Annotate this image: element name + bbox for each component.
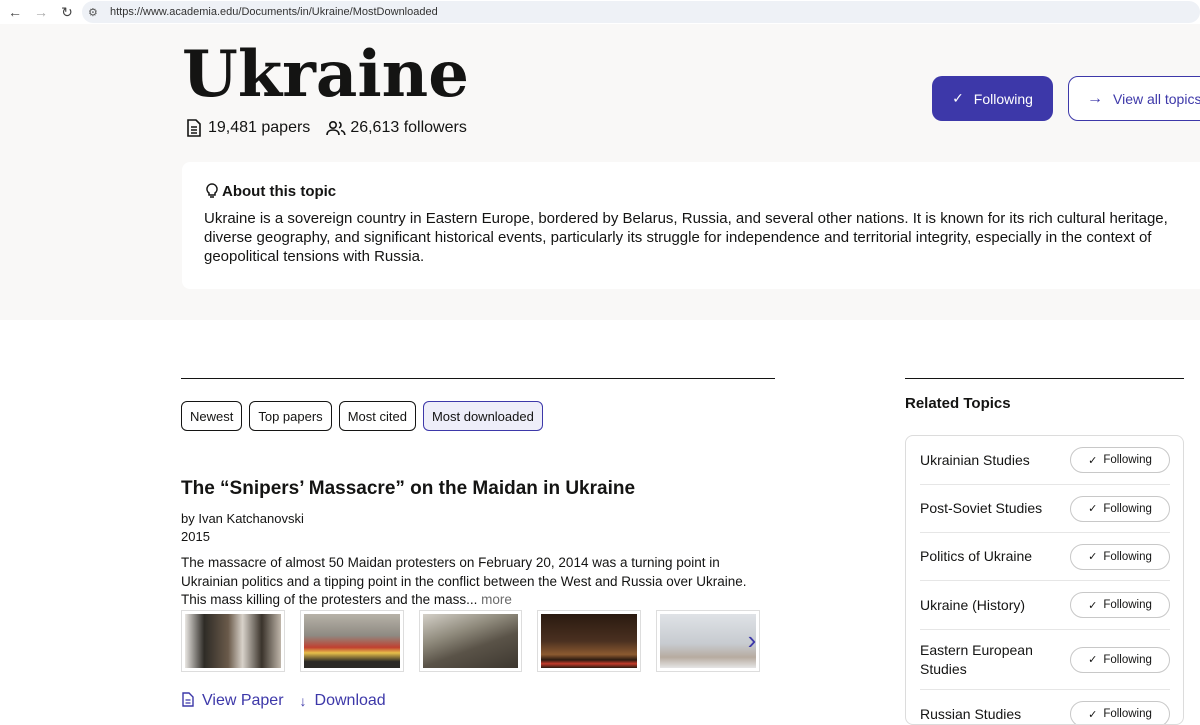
users-icon	[326, 118, 346, 138]
related-topic-name[interactable]: Post-Soviet Studies	[920, 499, 1042, 518]
related-following-button[interactable]: ✓ Following	[1070, 495, 1170, 522]
view-all-label: View all topics	[1113, 90, 1200, 107]
list-item: Eastern European Studies ✓ Following	[920, 630, 1170, 690]
paper-title[interactable]: The “Snipers’ Massacre” on the Maidan in…	[181, 478, 635, 500]
arrow-left-icon[interactable]: ←	[4, 1, 26, 23]
paper-thumbnails	[181, 610, 775, 673]
check-icon: ✓	[1088, 503, 1098, 515]
filter-most-downloaded[interactable]: Most downloaded	[422, 401, 543, 431]
check-icon: ✓	[1088, 551, 1098, 563]
reload-icon[interactable]: ↻	[56, 1, 78, 23]
paper-year: 2015	[181, 529, 210, 544]
view-all-topics-button[interactable]: → View all topics	[1068, 76, 1200, 121]
filter-top-papers[interactable]: Top papers	[249, 401, 332, 431]
topic-stats: 19,481 papers 26,613 followers	[184, 118, 483, 138]
about-topic-card: About this topic Ukraine is a sovereign …	[182, 162, 1200, 289]
followers-stat: 26,613 followers	[326, 118, 467, 138]
related-following-button[interactable]: ✓ Following	[1070, 447, 1170, 473]
paper-author[interactable]: by Ivan Katchanovski	[181, 511, 304, 526]
check-icon: ✓	[1088, 708, 1098, 721]
paper-thumbnail[interactable]	[299, 610, 404, 672]
arrow-right-icon[interactable]: →	[30, 1, 52, 23]
list-item: Ukraine (History) ✓ Following	[920, 581, 1170, 630]
site-info-icon[interactable]: ⚙	[88, 6, 108, 19]
about-text: Ukraine is a sovereign country in Easter…	[204, 210, 1168, 265]
more-link[interactable]: more	[477, 592, 512, 607]
related-topic-name[interactable]: Ukrainian Studies	[920, 451, 1030, 470]
paper-abstract: The massacre of almost 50 Maidan protest…	[181, 555, 747, 607]
download-link[interactable]: ↓ Download	[300, 692, 386, 710]
following-label: Following	[973, 90, 1033, 107]
following-button[interactable]: ✓ Following	[932, 76, 1053, 121]
paper-actions: View Paper ↓ Download	[182, 692, 402, 710]
related-topic-name[interactable]: Eastern European Studies	[920, 641, 1050, 679]
papers-stat: 19,481 papers	[184, 118, 310, 138]
url-text[interactable]: https://www.academia.edu/Documents/in/Uk…	[110, 6, 438, 18]
paper-thumbnail[interactable]	[537, 610, 642, 672]
followers-count: 26,613 followers	[350, 119, 467, 136]
address-bar[interactable]: ⚙ https://www.academia.edu/Documents/in/…	[82, 1, 1200, 23]
list-item: Politics of Ukraine ✓ Following	[920, 533, 1170, 581]
related-topics-list: Ukrainian Studies ✓ Following Post-Soviet…	[905, 435, 1184, 725]
about-heading: About this topic	[204, 182, 336, 200]
paper-thumbnail[interactable]	[181, 610, 285, 672]
related-following-button[interactable]: ✓ Following	[1070, 646, 1170, 673]
chevron-right-icon[interactable]: ›	[732, 618, 772, 662]
related-topic-name[interactable]: Russian Studies	[920, 705, 1021, 724]
related-following-button[interactable]: ✓ Following	[1070, 592, 1170, 618]
related-following-button[interactable]: ✓ Following	[1070, 701, 1170, 724]
related-topic-name[interactable]: Ukraine (History)	[920, 596, 1025, 615]
filter-most-cited[interactable]: Most cited	[338, 401, 416, 431]
sidebar-divider	[905, 378, 1184, 379]
browser-toolbar: ← → ↻ ⚙ https://www.academia.edu/Documen…	[0, 0, 1200, 24]
related-topic-name[interactable]: Politics of Ukraine	[920, 547, 1032, 566]
lightbulb-icon	[204, 182, 220, 200]
arrow-right-icon: →	[1087, 89, 1103, 107]
sort-filters: Newest Top papers Most cited Most downlo…	[181, 401, 550, 431]
check-icon: ✓	[952, 90, 964, 106]
papers-count: 19,481 papers	[208, 119, 311, 136]
paper-thumbnail[interactable]	[418, 610, 523, 672]
document-icon	[182, 692, 194, 710]
document-icon	[184, 118, 204, 138]
list-item: Ukrainian Studies ✓ Following	[920, 436, 1170, 485]
list-item: Russian Studies ✓ Following	[920, 690, 1170, 724]
check-icon: ✓	[1088, 454, 1098, 467]
check-icon: ✓	[1088, 654, 1098, 666]
filter-newest[interactable]: Newest	[181, 401, 243, 431]
check-icon: ✓	[1088, 599, 1098, 612]
list-item: Post-Soviet Studies ✓ Following	[920, 485, 1170, 533]
related-topics-title: Related Topics	[905, 395, 1011, 412]
page-title: Ukraine	[182, 37, 469, 112]
content-divider	[181, 378, 775, 379]
download-arrow-icon: ↓	[299, 693, 307, 709]
related-following-button[interactable]: ✓ Following	[1070, 543, 1170, 570]
topic-hero: Ukraine 19,481 papers 26,613 followers ✓…	[0, 24, 1200, 320]
view-paper-link[interactable]: View Paper	[182, 692, 284, 710]
